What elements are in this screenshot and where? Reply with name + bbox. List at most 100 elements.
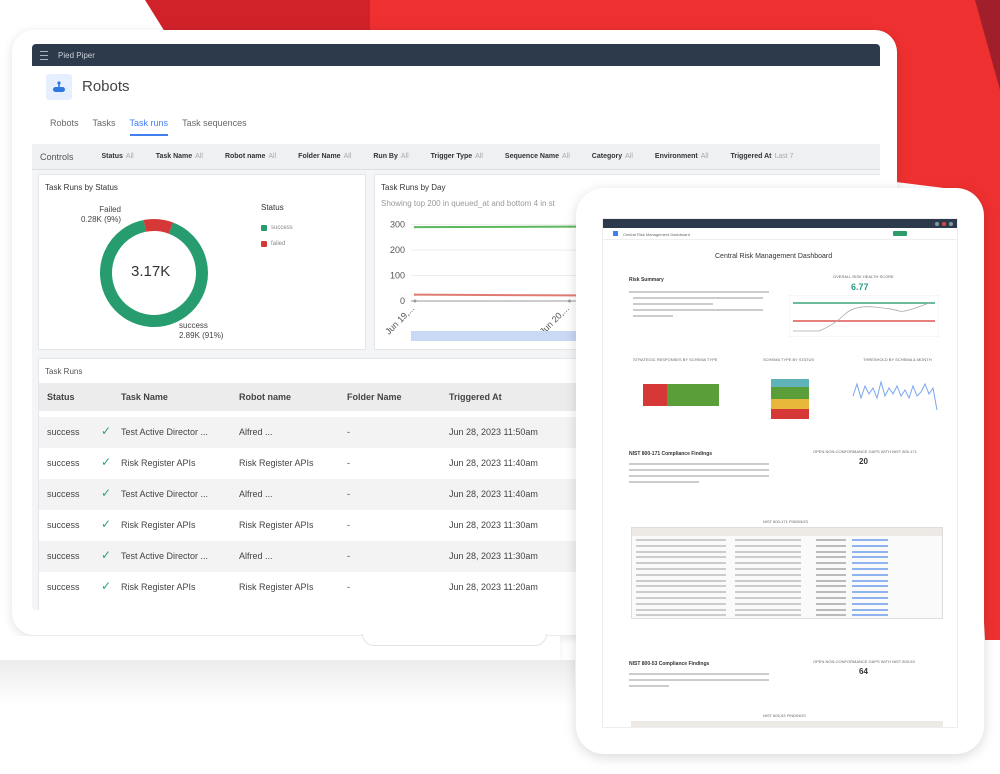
- tablet-topbar-icon[interactable]: [935, 221, 939, 226]
- col-triggered-at[interactable]: Triggered At: [449, 392, 502, 402]
- cell-triggered-at: Jun 28, 2023 11:50am: [449, 427, 538, 437]
- filter-run-by[interactable]: Run By All: [373, 153, 408, 160]
- cell-triggered-at: Jun 28, 2023 11:30am: [449, 551, 538, 561]
- text-line: [629, 679, 769, 681]
- hamburger-menu-icon[interactable]: [40, 50, 48, 60]
- success-callout-label: success: [179, 321, 208, 330]
- table-row: [636, 539, 936, 541]
- nist-171-table[interactable]: [631, 527, 943, 619]
- col-status[interactable]: Status: [47, 392, 75, 402]
- tablet-topbar-icon[interactable]: [949, 221, 953, 226]
- cell-folder-name: -: [347, 582, 350, 592]
- tablet-dashboard-title: Central Risk Management Dashboard: [715, 253, 833, 260]
- cell-triggered-at: Jun 28, 2023 11:30am: [449, 520, 538, 530]
- filter-trigger-type[interactable]: Trigger Type All: [431, 153, 483, 160]
- table-row: [636, 562, 936, 565]
- page-title: Robots: [82, 78, 130, 95]
- text-line: [633, 315, 673, 317]
- nist-171-kpi-value: 20: [859, 457, 868, 466]
- table-row: [636, 573, 936, 576]
- table-row: [636, 556, 936, 559]
- filter-triggered-at[interactable]: Triggered At Last 7: [731, 153, 794, 160]
- legend-title: Status: [261, 203, 284, 212]
- filter-task-name[interactable]: Task Name All: [156, 153, 203, 160]
- bar-segment-green: [667, 384, 719, 406]
- y-tick-label: 200: [390, 245, 405, 255]
- table-row: [636, 597, 936, 599]
- filter-robot-name[interactable]: Robot name All: [225, 153, 276, 160]
- filter-value: All: [475, 153, 483, 160]
- cell-triggered-at: Jun 28, 2023 11:40am: [449, 489, 538, 499]
- table-row: [636, 602, 936, 605]
- filter-name: Task Name: [155, 153, 193, 160]
- cell-folder-name: -: [347, 458, 350, 468]
- legend-swatch-failed: [261, 241, 267, 247]
- col-task-name[interactable]: Task Name: [121, 392, 168, 402]
- col-folder-name[interactable]: Folder Name: [347, 392, 402, 402]
- page-header: Robots Robots Tasks Task runs Task seque…: [32, 66, 880, 144]
- filter-status[interactable]: Status All: [102, 153, 134, 160]
- failed-callout-label: Failed: [99, 205, 121, 214]
- app-topbar: Pied Piper: [32, 44, 880, 66]
- table-row: [636, 568, 936, 570]
- filter-name: Sequence Name: [504, 153, 560, 160]
- status-panel-title: Task Runs by Status: [45, 183, 118, 192]
- cell-folder-name: -: [347, 551, 350, 561]
- data-point-failed[interactable]: [413, 293, 417, 296]
- tab-tasks[interactable]: Tasks: [93, 118, 116, 136]
- filter-category[interactable]: Category All: [592, 153, 633, 160]
- data-point-success[interactable]: [413, 225, 417, 229]
- tab-task-runs[interactable]: Task runs: [129, 118, 169, 136]
- tablet-frame: Central Risk Management Dashboard Centra…: [576, 188, 984, 754]
- filter-value: Last 7: [774, 153, 794, 160]
- nist-53-table-title: NIST 800-53 FINDINGS: [763, 713, 806, 718]
- tablet-topbar-icon[interactable]: [942, 221, 946, 226]
- legend-item-failed[interactable]: failed: [261, 241, 285, 247]
- filter-folder-name[interactable]: Folder Name All: [298, 153, 351, 160]
- check-icon: ✓: [101, 424, 112, 438]
- filter-value: All: [195, 153, 203, 160]
- failed-callout: Failed 0.28K (9%): [59, 205, 121, 225]
- legend-item-success[interactable]: success: [261, 225, 293, 231]
- filter-name: Run By: [373, 153, 398, 160]
- chart-title-2: SCHEMA TYPE BY STATUS: [763, 357, 815, 362]
- table-row: [636, 608, 936, 611]
- data-point-failed[interactable]: [568, 294, 571, 297]
- app-name: Pied Piper: [58, 50, 95, 60]
- stack-teal: [771, 379, 809, 387]
- cell-status: success: [47, 520, 80, 530]
- tab-robots[interactable]: Robots: [50, 118, 79, 136]
- success-callout: success 2.89K (91%): [179, 321, 223, 341]
- filter-name: Trigger Type: [430, 153, 473, 160]
- text-line: [629, 673, 769, 675]
- stack-red: [771, 409, 809, 419]
- filter-value: All: [268, 153, 277, 160]
- health-score-value: 6.77: [851, 282, 869, 292]
- filter-name: Folder Name: [298, 153, 341, 160]
- filter-value: All: [700, 153, 709, 160]
- success-callout-value: 2.89K (91%): [179, 331, 224, 340]
- donut-slice-failed[interactable]: [143, 219, 174, 234]
- table-row: [636, 585, 936, 588]
- chart-title-3: THRESHOLD BY SCHEMA & MONTH: [863, 357, 932, 362]
- data-point-success[interactable]: [568, 225, 571, 228]
- tablet-share-button[interactable]: [893, 231, 907, 236]
- filter-sequence-name[interactable]: Sequence Name All: [505, 153, 570, 160]
- check-icon: ✓: [101, 517, 112, 531]
- filter-value: All: [125, 153, 134, 160]
- tablet-topbar: [603, 219, 957, 228]
- cell-status: success: [47, 551, 80, 561]
- filter-value: All: [343, 153, 352, 160]
- text-line: [629, 475, 769, 477]
- y-tick-label: 300: [390, 220, 405, 230]
- filter-environment[interactable]: Environment All: [655, 153, 709, 160]
- bar-segment-red: [643, 384, 667, 406]
- nist-53-heading: NIST 800-53 Compliance Findings: [629, 661, 710, 667]
- cell-status: success: [47, 458, 80, 468]
- col-robot-name[interactable]: Robot name: [239, 392, 291, 402]
- tab-task-sequences[interactable]: Task sequences: [182, 118, 247, 136]
- threshold-line-chart: [852, 380, 938, 411]
- risk-summary-heading: Risk Summary: [629, 277, 664, 283]
- controls-bar: Controls Status All Task Name All Robot na…: [32, 144, 880, 170]
- cell-task-name: Test Active Director ...: [121, 489, 209, 499]
